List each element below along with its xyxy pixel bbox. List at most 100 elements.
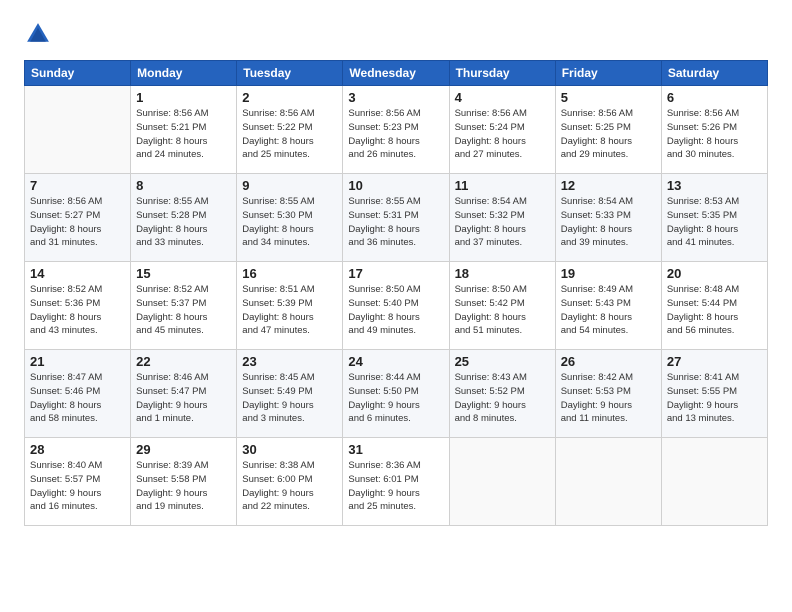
calendar-cell: 18 Sunrise: 8:50 AMSunset: 5:42 PMDayligh… — [449, 262, 555, 350]
day-info: Sunrise: 8:55 AMSunset: 5:31 PMDaylight:… — [348, 195, 443, 250]
day-number: 16 — [242, 266, 337, 281]
calendar-cell: 31 Sunrise: 8:36 AMSunset: 6:01 PMDayligh… — [343, 438, 449, 526]
day-number: 19 — [561, 266, 656, 281]
calendar-cell: 27 Sunrise: 8:41 AMSunset: 5:55 PMDayligh… — [661, 350, 767, 438]
calendar-cell: 10 Sunrise: 8:55 AMSunset: 5:31 PMDayligh… — [343, 174, 449, 262]
day-number: 2 — [242, 90, 337, 105]
calendar-cell — [555, 438, 661, 526]
day-info: Sunrise: 8:38 AMSunset: 6:00 PMDaylight:… — [242, 459, 337, 514]
day-info: Sunrise: 8:52 AMSunset: 5:36 PMDaylight:… — [30, 283, 125, 338]
calendar-cell — [661, 438, 767, 526]
calendar-week-5: 28 Sunrise: 8:40 AMSunset: 5:57 PMDayligh… — [25, 438, 768, 526]
calendar-cell: 2 Sunrise: 8:56 AMSunset: 5:22 PMDaylight… — [237, 86, 343, 174]
calendar-cell: 4 Sunrise: 8:56 AMSunset: 5:24 PMDaylight… — [449, 86, 555, 174]
calendar-cell — [449, 438, 555, 526]
day-info: Sunrise: 8:45 AMSunset: 5:49 PMDaylight:… — [242, 371, 337, 426]
calendar-cell: 11 Sunrise: 8:54 AMSunset: 5:32 PMDayligh… — [449, 174, 555, 262]
day-info: Sunrise: 8:42 AMSunset: 5:53 PMDaylight:… — [561, 371, 656, 426]
logo-icon — [24, 20, 52, 48]
calendar-cell: 17 Sunrise: 8:50 AMSunset: 5:40 PMDayligh… — [343, 262, 449, 350]
calendar-cell: 5 Sunrise: 8:56 AMSunset: 5:25 PMDaylight… — [555, 86, 661, 174]
day-info: Sunrise: 8:39 AMSunset: 5:58 PMDaylight:… — [136, 459, 231, 514]
day-number: 21 — [30, 354, 125, 369]
day-number: 24 — [348, 354, 443, 369]
calendar-cell: 12 Sunrise: 8:54 AMSunset: 5:33 PMDayligh… — [555, 174, 661, 262]
day-header-row: SundayMondayTuesdayWednesdayThursdayFrid… — [25, 61, 768, 86]
day-header-sunday: Sunday — [25, 61, 131, 86]
calendar-week-1: 1 Sunrise: 8:56 AMSunset: 5:21 PMDaylight… — [25, 86, 768, 174]
day-info: Sunrise: 8:56 AMSunset: 5:21 PMDaylight:… — [136, 107, 231, 162]
calendar-cell: 30 Sunrise: 8:38 AMSunset: 6:00 PMDayligh… — [237, 438, 343, 526]
day-number: 12 — [561, 178, 656, 193]
day-number: 9 — [242, 178, 337, 193]
day-number: 14 — [30, 266, 125, 281]
header — [24, 20, 768, 48]
calendar-cell: 14 Sunrise: 8:52 AMSunset: 5:36 PMDayligh… — [25, 262, 131, 350]
calendar-cell: 24 Sunrise: 8:44 AMSunset: 5:50 PMDayligh… — [343, 350, 449, 438]
day-info: Sunrise: 8:41 AMSunset: 5:55 PMDaylight:… — [667, 371, 762, 426]
day-number: 4 — [455, 90, 550, 105]
calendar-week-4: 21 Sunrise: 8:47 AMSunset: 5:46 PMDayligh… — [25, 350, 768, 438]
calendar-body: 1 Sunrise: 8:56 AMSunset: 5:21 PMDaylight… — [25, 86, 768, 526]
calendar-header: SundayMondayTuesdayWednesdayThursdayFrid… — [25, 61, 768, 86]
day-header-tuesday: Tuesday — [237, 61, 343, 86]
day-number: 6 — [667, 90, 762, 105]
day-number: 17 — [348, 266, 443, 281]
calendar-week-2: 7Sunrise: 8:56 AMSunset: 5:27 PMDaylight… — [25, 174, 768, 262]
day-info: Sunrise: 8:50 AMSunset: 5:42 PMDaylight:… — [455, 283, 550, 338]
day-number: 25 — [455, 354, 550, 369]
calendar-cell: 15 Sunrise: 8:52 AMSunset: 5:37 PMDayligh… — [131, 262, 237, 350]
day-info: Sunrise: 8:56 AMSunset: 5:27 PMDaylight:… — [30, 195, 125, 250]
calendar-cell: 9 Sunrise: 8:55 AMSunset: 5:30 PMDaylight… — [237, 174, 343, 262]
calendar-cell: 25Sunrise: 8:43 AMSunset: 5:52 PMDayligh… — [449, 350, 555, 438]
day-header-friday: Friday — [555, 61, 661, 86]
calendar-cell: 8Sunrise: 8:55 AMSunset: 5:28 PMDaylight… — [131, 174, 237, 262]
day-info: Sunrise: 8:52 AMSunset: 5:37 PMDaylight:… — [136, 283, 231, 338]
day-number: 13 — [667, 178, 762, 193]
day-info: Sunrise: 8:40 AMSunset: 5:57 PMDaylight:… — [30, 459, 125, 514]
calendar-cell: 1 Sunrise: 8:56 AMSunset: 5:21 PMDaylight… — [131, 86, 237, 174]
day-info: Sunrise: 8:54 AMSunset: 5:32 PMDaylight:… — [455, 195, 550, 250]
calendar-cell: 20Sunrise: 8:48 AMSunset: 5:44 PMDayligh… — [661, 262, 767, 350]
day-info: Sunrise: 8:56 AMSunset: 5:25 PMDaylight:… — [561, 107, 656, 162]
day-info: Sunrise: 8:53 AMSunset: 5:35 PMDaylight:… — [667, 195, 762, 250]
day-info: Sunrise: 8:46 AMSunset: 5:47 PMDaylight:… — [136, 371, 231, 426]
day-number: 18 — [455, 266, 550, 281]
day-info: Sunrise: 8:50 AMSunset: 5:40 PMDaylight:… — [348, 283, 443, 338]
day-number: 23 — [242, 354, 337, 369]
day-number: 20 — [667, 266, 762, 281]
day-number: 26 — [561, 354, 656, 369]
calendar-cell: 6 Sunrise: 8:56 AMSunset: 5:26 PMDaylight… — [661, 86, 767, 174]
calendar-cell: 29 Sunrise: 8:39 AMSunset: 5:58 PMDayligh… — [131, 438, 237, 526]
day-number: 1 — [136, 90, 231, 105]
day-number: 28 — [30, 442, 125, 457]
day-info: Sunrise: 8:44 AMSunset: 5:50 PMDaylight:… — [348, 371, 443, 426]
day-number: 11 — [455, 178, 550, 193]
calendar-cell: 22Sunrise: 8:46 AMSunset: 5:47 PMDayligh… — [131, 350, 237, 438]
day-number: 27 — [667, 354, 762, 369]
calendar-cell: 7Sunrise: 8:56 AMSunset: 5:27 PMDaylight… — [25, 174, 131, 262]
calendar-cell — [25, 86, 131, 174]
day-number: 5 — [561, 90, 656, 105]
day-info: Sunrise: 8:55 AMSunset: 5:28 PMDaylight:… — [136, 195, 231, 250]
day-number: 30 — [242, 442, 337, 457]
day-header-thursday: Thursday — [449, 61, 555, 86]
day-number: 15 — [136, 266, 231, 281]
page: SundayMondayTuesdayWednesdayThursdayFrid… — [0, 0, 792, 612]
day-number: 10 — [348, 178, 443, 193]
day-header-saturday: Saturday — [661, 61, 767, 86]
day-info: Sunrise: 8:56 AMSunset: 5:26 PMDaylight:… — [667, 107, 762, 162]
day-header-monday: Monday — [131, 61, 237, 86]
calendar-cell: 19Sunrise: 8:49 AMSunset: 5:43 PMDayligh… — [555, 262, 661, 350]
day-info: Sunrise: 8:55 AMSunset: 5:30 PMDaylight:… — [242, 195, 337, 250]
calendar-cell: 26 Sunrise: 8:42 AMSunset: 5:53 PMDayligh… — [555, 350, 661, 438]
calendar-cell: 16Sunrise: 8:51 AMSunset: 5:39 PMDayligh… — [237, 262, 343, 350]
day-number: 29 — [136, 442, 231, 457]
day-info: Sunrise: 8:56 AMSunset: 5:24 PMDaylight:… — [455, 107, 550, 162]
day-info: Sunrise: 8:36 AMSunset: 6:01 PMDaylight:… — [348, 459, 443, 514]
day-info: Sunrise: 8:56 AMSunset: 5:22 PMDaylight:… — [242, 107, 337, 162]
day-number: 31 — [348, 442, 443, 457]
day-info: Sunrise: 8:54 AMSunset: 5:33 PMDaylight:… — [561, 195, 656, 250]
day-number: 3 — [348, 90, 443, 105]
day-info: Sunrise: 8:47 AMSunset: 5:46 PMDaylight:… — [30, 371, 125, 426]
